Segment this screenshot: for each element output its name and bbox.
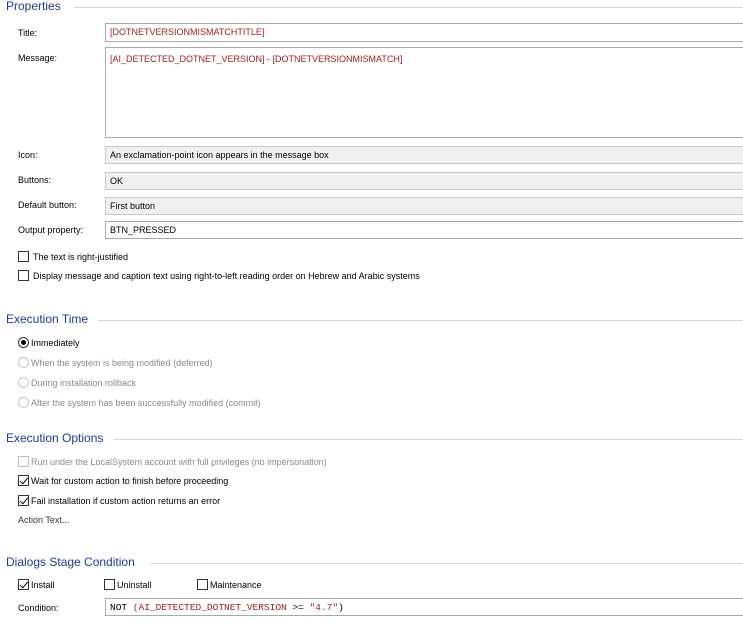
condition-label: Condition: [18,603,59,613]
maintenance-label: Maintenance [210,580,262,590]
message-field[interactable]: [AI_DETECTED_DOTNET_VERSION] - [DOTNETVE… [105,47,743,138]
rtl-reading-checkbox[interactable] [18,270,29,281]
deferred-radio[interactable] [18,357,29,368]
rollback-radio[interactable] [18,377,29,388]
immediately-label: Immediately [31,338,80,348]
condition-operator-token: >= [292,602,304,613]
dialogs-stage-section-title: Dialogs Stage Condition [6,555,135,569]
custom-action-properties-panel: Properties Title: [DOTNETVERSIONMISMATCH… [0,0,743,629]
execution-options-section-rule [114,439,743,440]
uninstall-label: Uninstall [117,580,152,590]
action-text-link[interactable]: Action Text... [18,515,69,525]
default-button-label: Default button: [18,200,77,210]
output-property-field[interactable]: BTN_PRESSED [105,221,743,239]
condition-variable-token: AI_DETECTED_DOTNET_VERSION [138,602,287,613]
fail-label: Fail installation if custom action retur… [31,496,221,506]
icon-dropdown[interactable]: An exclamation-point icon appears in the… [105,146,743,164]
condition-close-paren-token: ) [338,602,344,613]
buttons-label: Buttons: [18,175,52,185]
execution-options-section-title: Execution Options [6,431,104,445]
message-label: Message: [18,53,58,63]
properties-section-title: Properties [6,0,61,13]
default-button-dropdown[interactable]: First button [105,197,743,215]
uninstall-checkbox[interactable] [104,579,115,590]
deferred-label: When the system is being modified (defer… [31,358,213,368]
commit-radio[interactable] [18,397,29,408]
commit-label: After the system has been successfully m… [31,398,261,408]
title-field[interactable]: [DOTNETVERSIONMISMATCHTITLE] [105,23,743,42]
rollback-label: During installation rollback [31,378,137,388]
condition-field[interactable]: NOT (AI_DETECTED_DOTNET_VERSION >= "4.7"… [105,598,743,616]
properties-section-rule [74,7,743,8]
wait-label: Wait for custom action to finish before … [31,476,229,486]
right-justified-label: The text is right-justified [33,252,129,262]
right-justified-checkbox[interactable] [18,251,29,262]
immediately-radio[interactable] [18,337,29,348]
fail-checkbox[interactable] [18,495,29,506]
output-property-label: Output property: [18,225,84,235]
install-checkbox[interactable] [18,579,29,590]
buttons-dropdown[interactable]: OK [105,172,743,190]
dialogs-stage-section-rule [150,563,743,564]
execution-time-section-rule [98,320,743,321]
condition-string-token: "4.7" [309,602,339,613]
icon-label: Icon: [18,150,38,160]
title-label: Title: [18,28,38,38]
maintenance-checkbox[interactable] [197,579,208,590]
localsystem-label: Run under the LocalSystem account with f… [31,457,327,467]
execution-time-section-title: Execution Time [6,312,89,326]
condition-not-token: NOT [110,602,128,613]
localsystem-checkbox[interactable] [18,456,29,467]
install-label: Install [31,580,55,590]
rtl-reading-label: Display message and caption text using r… [33,271,420,281]
wait-checkbox[interactable] [18,475,29,486]
